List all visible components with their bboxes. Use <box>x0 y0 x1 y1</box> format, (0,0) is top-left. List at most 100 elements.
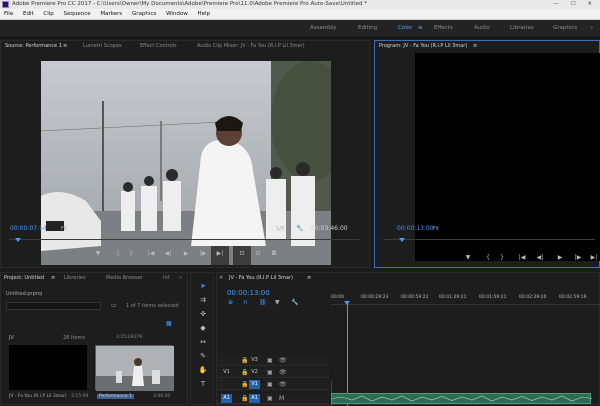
tab-program-menu-icon[interactable]: ≡ <box>473 41 477 51</box>
tab-source-menu-icon[interactable]: ≡ <box>63 41 67 51</box>
program-playhead-timecode[interactable]: 00:00:13:00 <box>397 225 434 232</box>
track-select-tool-icon[interactable]: ⇉ <box>197 295 209 305</box>
program-step-back-icon[interactable]: ◀| <box>535 254 545 261</box>
selection-tool-icon[interactable]: ➤ <box>197 281 209 291</box>
ripple-edit-tool-icon[interactable]: ✜ <box>197 309 209 319</box>
overwrite-icon[interactable]: ⊟ <box>253 250 263 257</box>
icon-view-icon[interactable]: ▦ <box>166 320 172 327</box>
menu-edit[interactable]: Edit <box>23 11 34 17</box>
selected-project-item-name[interactable]: Performance 1 <box>97 394 134 399</box>
sync-lock-icon[interactable]: ▣ <box>267 395 273 402</box>
program-go-to-out-icon[interactable]: ▶| <box>589 254 599 261</box>
menu-window[interactable]: Window <box>166 11 188 17</box>
project-item-name[interactable]: JV - Fa You (R.I.P Lil 3mar) <box>9 394 67 399</box>
tab-libraries[interactable]: Libraries <box>64 273 86 283</box>
menu-sequence[interactable]: Sequence <box>64 11 91 17</box>
hand-tool-icon[interactable]: ✋ <box>197 365 209 375</box>
new-bin-icon[interactable]: ▭ <box>111 302 117 309</box>
eye-icon[interactable]: 👁 <box>279 357 287 364</box>
program-play-icon[interactable]: ▶ <box>555 254 565 261</box>
program-playhead[interactable] <box>399 238 405 242</box>
project-search-input[interactable] <box>6 302 101 310</box>
window-controls[interactable]: — ☐ ✕ <box>553 0 597 9</box>
project-overflow-icon[interactable]: » <box>179 273 182 283</box>
menu-markers[interactable]: Markers <box>100 11 122 17</box>
tab-timeline-menu-icon[interactable]: ≡ <box>307 273 311 283</box>
menu-graphics[interactable]: Graphics <box>132 11 156 17</box>
workspace-color[interactable]: Color <box>398 25 412 31</box>
menu-file[interactable]: File <box>4 11 13 17</box>
snap-icon[interactable]: ∩ <box>243 299 247 306</box>
tab-media-browser[interactable]: Media Browser <box>106 273 143 283</box>
timeline-playhead[interactable] <box>344 301 350 305</box>
tab-timeline-sequence[interactable]: JV - Fa You (R.I.P Lil 3mar) <box>229 273 293 283</box>
sync-lock-icon[interactable]: ▣ <box>267 357 273 364</box>
track-name[interactable]: V3 <box>249 356 260 365</box>
pen-tool-icon[interactable]: ✎ <box>197 351 209 361</box>
tab-info[interactable]: Inf <box>163 273 169 283</box>
audio-clip[interactable] <box>331 393 593 404</box>
program-zoom-select[interactable]: Fit <box>433 226 439 232</box>
program-add-marker-icon[interactable]: ▼ <box>463 254 473 261</box>
insert-icon[interactable]: ⊡ <box>237 250 247 257</box>
source-playhead-timecode[interactable]: 00:00:07:14 <box>10 225 47 232</box>
step-forward-icon[interactable]: |▶ <box>198 250 208 257</box>
tab-effect-controls[interactable]: Effect Controls <box>140 41 177 51</box>
timeline-settings-icon[interactable]: 🔧 <box>291 299 298 306</box>
menu-help[interactable]: Help <box>198 11 211 17</box>
program-time-ruler[interactable] <box>383 234 595 240</box>
tab-audio-clip-mixer[interactable]: Audio Clip Mixer: JV - Fa You (R.I.P Lil… <box>197 41 305 51</box>
add-marker-icon[interactable]: ▼ <box>93 250 103 257</box>
eye-icon[interactable]: 👁 <box>279 369 287 376</box>
track-target[interactable]: A1 <box>221 394 232 403</box>
sync-lock-icon[interactable]: ▣ <box>267 381 273 388</box>
workspace-menu-icon[interactable]: ≡ <box>418 25 423 31</box>
wrench-icon[interactable]: 🔧 <box>296 225 303 232</box>
eye-icon[interactable]: 👁 <box>279 381 287 388</box>
slip-tool-icon[interactable]: ↔ <box>197 337 209 347</box>
track-name[interactable]: V2 <box>249 368 260 377</box>
export-frame-icon[interactable]: ◘ <box>269 250 279 257</box>
track-target[interactable] <box>221 380 232 389</box>
timeline-ruler[interactable]: 00:00 00:00:29:23 00:00:59:22 00:01:29:2… <box>331 293 600 305</box>
tab-source[interactable]: Source: Performance 1 <box>5 41 62 51</box>
source-zoom-select[interactable]: Fit <box>61 226 67 232</box>
type-tool-icon[interactable]: T <box>197 379 209 389</box>
step-back-icon[interactable]: ◀| <box>163 250 173 257</box>
timeline-close-icon[interactable]: ✕ <box>219 273 223 283</box>
tab-lumetri-scopes[interactable]: Lumetri Scopes <box>83 41 122 51</box>
program-mark-in-icon[interactable]: { <box>483 254 493 261</box>
track-name[interactable]: V1 <box>249 380 260 389</box>
program-mark-out-icon[interactable]: } <box>497 254 507 261</box>
bin-thumbnail[interactable] <box>9 345 87 390</box>
go-to-out-icon[interactable]: ▶| <box>215 250 225 257</box>
program-video-frame[interactable] <box>415 53 600 261</box>
insert-nest-icon[interactable]: ⊕ <box>228 299 233 306</box>
source-time-ruler[interactable] <box>9 234 359 240</box>
source-resolution-select[interactable]: 1/8 <box>276 226 284 232</box>
linked-selection-icon[interactable]: ⛓ <box>259 299 267 306</box>
workspace-graphics[interactable]: Graphics <box>553 25 577 31</box>
timeline-timecode[interactable]: 00:00:13:00 <box>227 289 270 297</box>
track-target[interactable] <box>221 356 232 365</box>
lock-icon[interactable]: 🔒 <box>241 395 248 402</box>
timeline-playhead-line[interactable] <box>347 301 348 406</box>
source-playhead[interactable] <box>15 238 21 242</box>
razor-tool-icon[interactable]: ◆ <box>197 323 209 333</box>
workspace-effects[interactable]: Effects <box>434 25 453 31</box>
mute-icon[interactable]: M <box>279 395 284 402</box>
program-go-to-in-icon[interactable]: |◀ <box>517 254 527 261</box>
tab-project[interactable]: Project: Untitled <box>4 273 44 283</box>
track-name[interactable]: A1 <box>249 394 260 403</box>
workspace-libraries[interactable]: Libraries <box>510 25 534 31</box>
track-target[interactable]: V1 <box>221 368 232 377</box>
add-marker-timeline-icon[interactable]: ▼ <box>275 299 280 306</box>
tab-project-menu-icon[interactable]: ≡ <box>51 273 55 283</box>
go-to-in-icon[interactable]: |◀ <box>146 250 156 257</box>
program-step-forward-icon[interactable]: |▶ <box>573 254 583 261</box>
workspace-assembly[interactable]: Assembly <box>310 25 337 31</box>
mark-out-icon[interactable]: } <box>126 250 136 257</box>
mark-in-icon[interactable]: { <box>113 250 123 257</box>
play-icon[interactable]: ▶ <box>181 250 191 257</box>
sequence-thumbnail[interactable] <box>95 345 174 391</box>
